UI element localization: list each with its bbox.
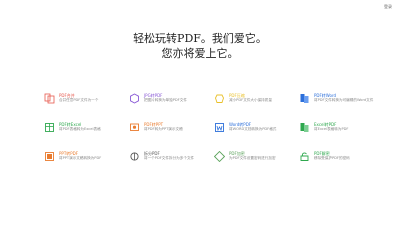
tool-desc: 移除受保护PDF的密码 bbox=[314, 156, 350, 160]
pdf-to-ppt-icon bbox=[129, 122, 140, 133]
login-link[interactable]: 登录 bbox=[384, 4, 392, 10]
tool-desc: 将Excel表格转为PDF bbox=[314, 127, 349, 131]
compress-icon bbox=[214, 93, 225, 104]
tool-desc: 将PDF转为PPT演示文稿 bbox=[144, 127, 183, 131]
tool-card[interactable]: PDF合并 合并任意PDF文件为一个 bbox=[44, 92, 129, 121]
tool-desc: 把图片转换为单独PDF文件 bbox=[144, 98, 187, 102]
excel-to-pdf-icon bbox=[299, 122, 310, 133]
tool-card[interactable]: Excel转PDF 将Excel表格转为PDF bbox=[299, 121, 384, 150]
tool-card[interactable]: PDF加密 为PDF文件设置密码进行加密 bbox=[214, 150, 299, 179]
tool-desc: 将一个PDF文件拆分为多个文件 bbox=[144, 156, 195, 160]
tool-desc: 合并任意PDF文件为一个 bbox=[59, 98, 99, 102]
unlock-icon bbox=[299, 151, 310, 162]
tool-desc: 将PDF表格转为Excel表格 bbox=[59, 127, 101, 131]
tool-desc: 将WORD文档转换为PDF格式 bbox=[229, 127, 277, 131]
tool-card[interactable]: PDF压缩 减小PDF文件大小保持质量 bbox=[214, 92, 299, 121]
hero-subtitle: 您亦将爱上它。 bbox=[161, 47, 239, 60]
tool-desc: 减小PDF文件大小保持质量 bbox=[229, 98, 272, 102]
pdf-to-excel-icon bbox=[44, 122, 55, 133]
split-icon bbox=[129, 151, 140, 162]
word-to-pdf-icon bbox=[214, 122, 225, 133]
tool-desc: 将PDF文件转换为可编辑的Word文件 bbox=[314, 98, 374, 102]
tool-card[interactable]: Word转PDF 将WORD文档转换为PDF格式 bbox=[214, 121, 299, 150]
pdf-to-word-icon bbox=[299, 93, 310, 104]
ppt-to-pdf-icon bbox=[44, 151, 55, 162]
tool-desc: 为PDF文件设置密码进行加密 bbox=[229, 156, 276, 160]
hero-title: 轻松玩转PDF。我们爱它。 bbox=[133, 32, 267, 45]
tool-desc: 将PPT演示文稿转换为PDF bbox=[59, 156, 102, 160]
tool-grid: PDF合并 合并任意PDF文件为一个 JPG转PDF 把图片转换为单独PDF文件… bbox=[44, 92, 384, 188]
tool-card[interactable]: 拆分PDF 将一个PDF文件拆分为多个文件 bbox=[129, 150, 214, 179]
tool-card[interactable]: PDF转Excel 将PDF表格转为Excel表格 bbox=[44, 121, 129, 150]
lock-icon bbox=[214, 151, 225, 162]
tool-card[interactable]: PPT转PDF 将PPT演示文稿转换为PDF bbox=[44, 150, 129, 179]
tool-card[interactable]: PDF解密 移除受保护PDF的密码 bbox=[299, 150, 384, 179]
image-to-pdf-icon bbox=[129, 93, 140, 104]
hero: 轻松玩转PDF。我们爱它。 您亦将爱上它。 bbox=[0, 33, 400, 60]
tool-card[interactable]: JPG转PDF 把图片转换为单独PDF文件 bbox=[129, 92, 214, 121]
merge-icon bbox=[44, 93, 55, 104]
tool-card[interactable]: PDF转PPT 将PDF转为PPT演示文稿 bbox=[129, 121, 214, 150]
tool-card[interactable]: PDF转Word 将PDF文件转换为可编辑的Word文件 bbox=[299, 92, 384, 121]
